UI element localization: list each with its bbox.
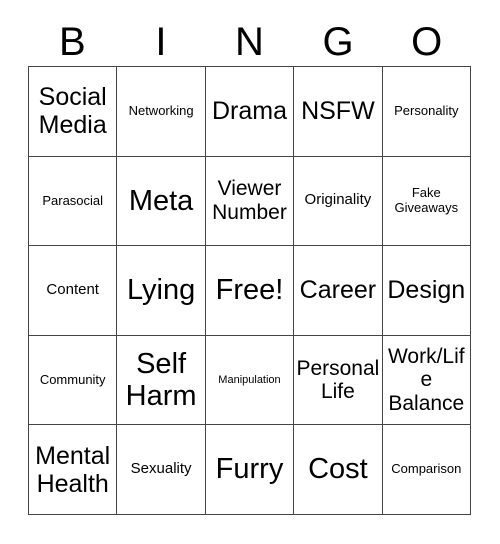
header-letter-b: B (58, 20, 86, 64)
bingo-cell[interactable]: Drama (205, 67, 295, 157)
header-letter-n: N (235, 20, 264, 64)
bingo-cell[interactable]: Free! (205, 246, 295, 336)
bingo-card: B I N G O Social Media Networking Drama NSF… (0, 0, 500, 544)
header-letter-i: I (155, 20, 167, 64)
bingo-grid: Social Media Networking Drama NSFW Personali… (28, 66, 471, 515)
bingo-cell-label: NSFW (301, 97, 375, 126)
bingo-cell-label: Personal Life (296, 356, 380, 404)
bingo-cell-label: Community (39, 371, 106, 387)
bingo-cell-label: Personality (394, 103, 459, 119)
bingo-cell[interactable]: NSFW (294, 67, 383, 157)
bingo-cell-label: Lying (126, 274, 196, 307)
bingo-cell-label: Cost (308, 453, 368, 486)
bingo-cell[interactable]: Personal Life (294, 335, 383, 426)
bingo-cell[interactable]: Parasocial (29, 156, 118, 247)
bingo-cell[interactable]: Personality (382, 67, 471, 157)
bingo-cell[interactable]: Social Media (29, 67, 118, 157)
bingo-cell[interactable]: Mental Health (29, 425, 118, 515)
bingo-cell-label: Design (387, 276, 466, 305)
bingo-cell-label: Work/Life Balance (387, 344, 465, 415)
bingo-cell-label: Self Harm (125, 347, 197, 413)
bingo-cell[interactable]: Furry (205, 425, 295, 515)
bingo-cell-label: Free! (215, 274, 284, 307)
header-letter-o: O (411, 20, 443, 64)
bingo-cell[interactable]: Career (294, 246, 383, 336)
header-letter-g: G (322, 20, 354, 64)
bingo-cell-label: Fake Giveaways (394, 185, 459, 215)
bingo-cell-label: Career (299, 276, 377, 305)
bingo-cell-label: Viewer Number (212, 177, 287, 224)
bingo-cell-label: Drama (211, 97, 287, 126)
bingo-cell[interactable]: Fake Giveaways (382, 156, 471, 247)
bingo-cell[interactable]: Content (29, 246, 118, 336)
bingo-header: B I N G O (28, 18, 471, 66)
bingo-cell[interactable]: Self Harm (117, 335, 206, 426)
bingo-cell[interactable]: Work/Life Balance (382, 335, 471, 426)
bingo-cell-label: Originality (304, 191, 372, 209)
bingo-cell-label: Manipulation (218, 373, 281, 386)
bingo-cell-label: Furry (215, 453, 284, 486)
bingo-cell-label: Comparison (391, 461, 462, 477)
bingo-cell[interactable]: Viewer Number (205, 156, 295, 247)
bingo-cell[interactable]: Design (382, 246, 471, 336)
bingo-cell-label: Networking (128, 103, 194, 119)
bingo-cell[interactable]: Meta (117, 156, 206, 247)
bingo-cell[interactable]: Sexuality (117, 425, 206, 515)
bingo-cell-label: Parasocial (42, 192, 104, 208)
bingo-cell[interactable]: Cost (294, 425, 383, 515)
bingo-cell-label: Meta (128, 184, 194, 217)
bingo-cell[interactable]: Lying (117, 246, 206, 336)
bingo-cell-label: Sexuality (130, 460, 192, 478)
bingo-cell-label: Content (46, 281, 99, 299)
bingo-cell-label: Mental Health (35, 441, 111, 498)
bingo-cell[interactable]: Originality (294, 156, 383, 247)
bingo-cell[interactable]: Manipulation (205, 335, 295, 426)
bingo-cell[interactable]: Community (29, 335, 118, 426)
bingo-cell-label: Social Media (38, 83, 107, 140)
bingo-cell[interactable]: Comparison (382, 425, 471, 515)
bingo-cell[interactable]: Networking (117, 67, 206, 157)
